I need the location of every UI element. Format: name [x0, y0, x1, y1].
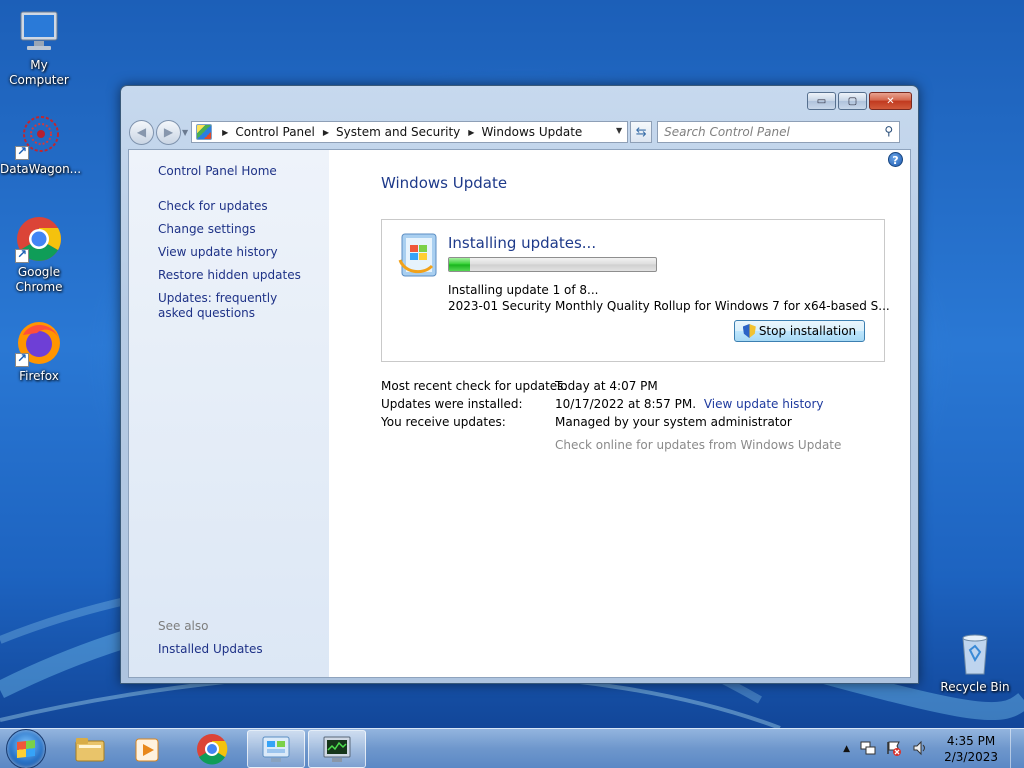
show-hidden-icons-button[interactable]: ▲	[843, 744, 850, 754]
breadcrumb-separator-icon[interactable]: ▶	[323, 128, 329, 137]
window-content: Control Panel Home Check for updates Cha…	[128, 149, 911, 678]
see-also-heading: See also	[158, 619, 209, 633]
receive-updates-value: Managed by your system administrator	[555, 415, 792, 429]
system-tray: ▲ 4:35 PM 2/3/2023	[843, 729, 1024, 768]
maximize-button[interactable]: ▢	[838, 92, 867, 110]
clock-date: 2/3/2023	[944, 750, 998, 764]
search-icon[interactable]: ⚲	[884, 124, 893, 138]
main-pane: ? Windows Update Installing updates... I…	[329, 150, 910, 677]
desktop-icon-label: Firefox	[19, 369, 59, 383]
forward-arrow-icon: ▶	[163, 125, 174, 139]
navigation-bar: ◀ ▶ ▼ ▶ Control Panel ▶ System and Secur…	[129, 119, 910, 145]
chrome-icon	[15, 215, 63, 263]
taskbar-chrome[interactable]	[183, 730, 241, 768]
desktop-icon-firefox[interactable]: Firefox	[0, 319, 78, 384]
datawagon-icon	[15, 112, 63, 160]
windows-update-icon	[398, 232, 440, 278]
stop-installation-button[interactable]: Stop installation	[734, 320, 865, 342]
control-panel-icon	[196, 124, 213, 140]
media-player-icon	[135, 738, 159, 762]
nav-check-for-updates[interactable]: Check for updates	[158, 199, 308, 214]
installed-value: 10/17/2022 at 8:57 PM.	[555, 397, 697, 411]
taskbar-control-panel[interactable]	[247, 730, 305, 768]
refresh-button[interactable]: ⇆	[630, 121, 653, 143]
start-button[interactable]	[6, 729, 46, 768]
breadcrumb-windows-update[interactable]: Windows Update	[481, 125, 582, 139]
taskbar-explorer[interactable]	[61, 730, 119, 768]
install-progress-bar	[448, 257, 657, 272]
clock-time: 4:35 PM	[946, 734, 996, 748]
taskbar-media-player[interactable]	[119, 730, 177, 768]
computer-icon	[15, 8, 63, 56]
windows-update-window: ▭ ▢ ✕ ◀ ▶ ▼ ▶ Control Panel ▶ System and…	[120, 85, 919, 684]
chrome-icon	[197, 734, 228, 765]
nav-installed-updates[interactable]: Installed Updates	[158, 642, 263, 656]
forward-button[interactable]: ▶	[156, 119, 181, 145]
taskbar: ▲ 4:35 PM 2/3/2023	[0, 728, 1024, 768]
desktop-icon-label: Google Chrome	[15, 265, 63, 294]
nav-control-panel-home[interactable]: Control Panel Home	[158, 164, 308, 179]
recent-check-value: Today at 4:07 PM	[555, 379, 658, 393]
search-input[interactable]	[658, 122, 874, 142]
recent-pages-dropdown[interactable]: ▼	[182, 128, 188, 137]
desktop-icon-label: My Computer	[9, 58, 69, 87]
page-title: Windows Update	[381, 174, 508, 192]
address-bar[interactable]: ▶ Control Panel ▶ System and Security ▶ …	[191, 121, 629, 143]
shortcut-arrow-icon	[15, 247, 29, 263]
stop-installation-label: Stop installation	[758, 324, 857, 338]
caption-buttons: ▭ ▢ ✕	[805, 92, 912, 110]
installed-value-row: 10/17/2022 at 8:57 PM. View update histo…	[555, 397, 824, 411]
breadcrumb-separator-icon[interactable]: ▶	[468, 128, 474, 137]
address-dropdown-icon[interactable]: ▼	[616, 126, 622, 135]
update-progress-text: Installing update 1 of 8...	[448, 283, 599, 297]
desktop-icon-my-computer[interactable]: My Computer	[0, 8, 78, 88]
left-navigation-pane: Control Panel Home Check for updates Cha…	[129, 150, 329, 677]
back-button[interactable]: ◀	[129, 119, 154, 145]
desktop-icon-label: Recycle Bin	[940, 680, 1010, 694]
search-box[interactable]: ⚲	[657, 121, 901, 143]
breadcrumb-system-and-security[interactable]: System and Security	[336, 125, 460, 139]
breadcrumb-separator-icon[interactable]: ▶	[222, 128, 228, 137]
view-update-history-link[interactable]: View update history	[704, 397, 824, 411]
update-status-panel: Installing updates... Installing update …	[381, 219, 890, 362]
volume-icon[interactable]	[912, 740, 928, 759]
show-desktop-button[interactable]	[1010, 729, 1024, 768]
desktop-icon-label: DataWagon...	[0, 162, 82, 176]
desktop-icon-chrome[interactable]: Google Chrome	[0, 215, 78, 295]
recent-check-label: Most recent check for updates:	[381, 379, 568, 393]
system-monitor-icon	[323, 736, 351, 762]
windows-logo-icon	[17, 740, 35, 758]
taskbar-clock[interactable]: 4:35 PM 2/3/2023	[944, 733, 998, 765]
nav-change-settings[interactable]: Change settings	[158, 222, 308, 237]
minimize-button[interactable]: ▭	[807, 92, 836, 110]
installed-label: Updates were installed:	[381, 397, 523, 411]
nav-view-update-history[interactable]: View update history	[158, 245, 308, 260]
refresh-icon: ⇆	[635, 124, 647, 140]
check-online-link: Check online for updates from Windows Up…	[555, 438, 842, 452]
desktop-icon-recycle-bin[interactable]: Recycle Bin	[936, 630, 1014, 695]
recycle-bin-icon	[951, 630, 999, 678]
shortcut-arrow-icon	[15, 351, 29, 367]
breadcrumb-control-panel[interactable]: Control Panel	[235, 125, 315, 139]
installing-heading: Installing updates...	[448, 234, 597, 252]
shortcut-arrow-icon	[15, 144, 29, 160]
uac-shield-icon	[742, 324, 756, 338]
close-button[interactable]: ✕	[869, 92, 912, 110]
desktop-icon-datawagon[interactable]: DataWagon...	[0, 112, 82, 177]
folder-icon	[75, 738, 105, 762]
help-icon[interactable]: ?	[888, 152, 903, 167]
update-name-text: 2023-01 Security Monthly Quality Rollup …	[448, 299, 890, 313]
nav-restore-hidden-updates[interactable]: Restore hidden updates	[158, 268, 308, 283]
control-panel-icon	[262, 736, 290, 762]
nav-updates-faq[interactable]: Updates: frequently asked questions	[158, 291, 308, 321]
taskbar-monitor-app[interactable]	[308, 730, 366, 768]
network-icon[interactable]	[860, 740, 876, 759]
action-center-icon[interactable]	[886, 740, 902, 759]
receive-updates-label: You receive updates:	[381, 415, 506, 429]
back-arrow-icon: ◀	[136, 125, 147, 139]
firefox-icon	[15, 319, 63, 367]
progress-fill	[449, 258, 470, 271]
